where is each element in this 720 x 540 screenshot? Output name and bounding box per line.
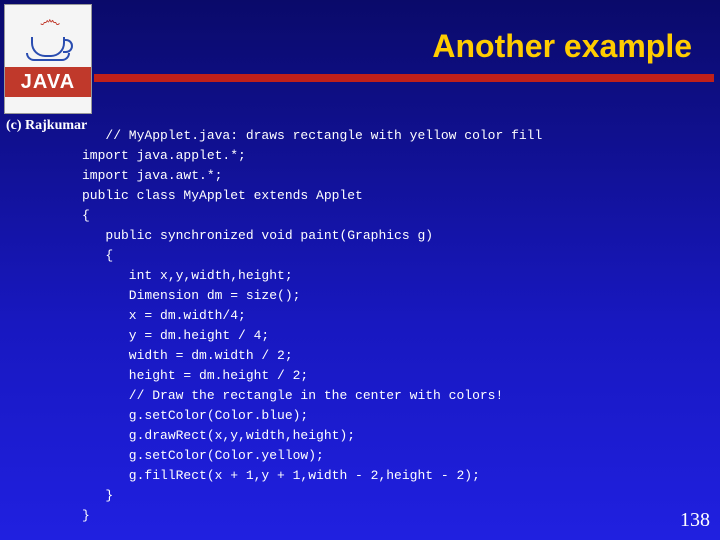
copyright-label: (c) Rajkumar xyxy=(6,118,87,134)
page-number: 138 xyxy=(680,509,710,532)
slide-title: Another example xyxy=(432,28,692,65)
coffee-cup-icon: ෴ xyxy=(26,13,70,63)
java-logo: ෴ JAVA xyxy=(4,4,92,114)
code-block: // MyApplet.java: draws rectangle with y… xyxy=(82,126,690,526)
java-logo-text: JAVA xyxy=(5,67,91,97)
title-underline xyxy=(94,74,714,82)
